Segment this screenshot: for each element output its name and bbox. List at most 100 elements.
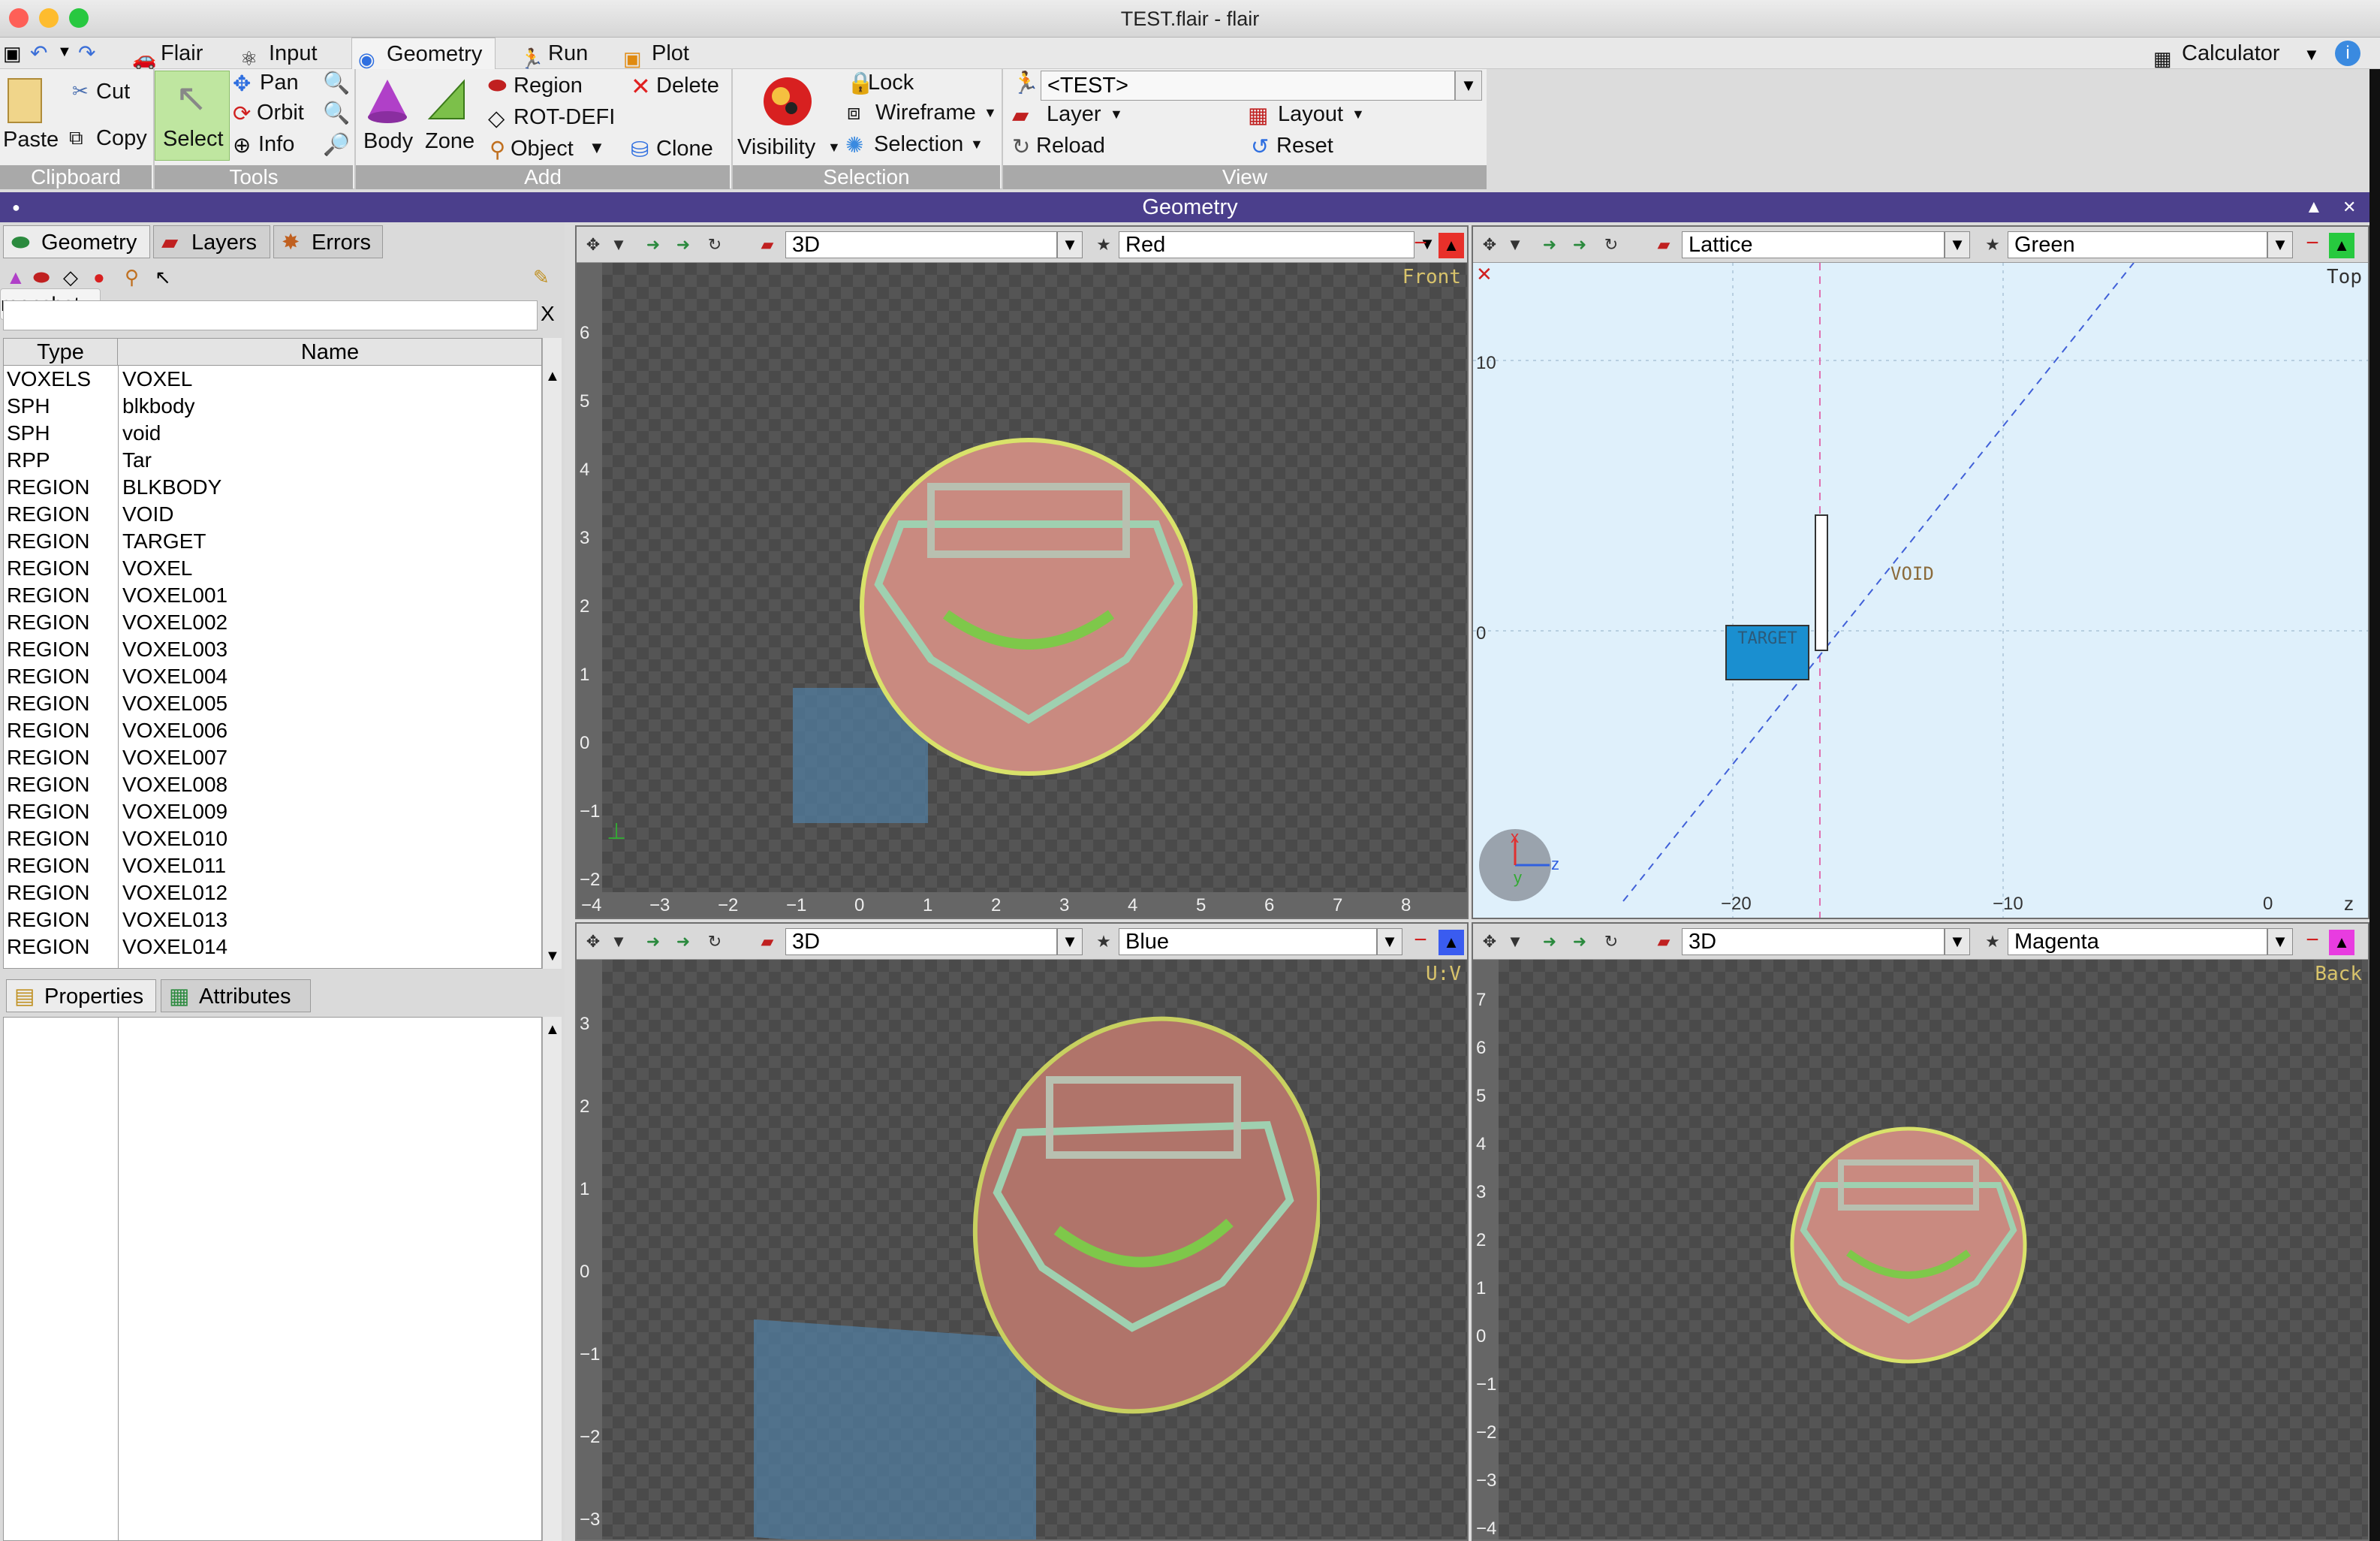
properties-scrollbar[interactable] [542,1017,562,1541]
viewport-menu-icon[interactable]: ▼ [607,930,631,954]
tab-plot[interactable]: ▣ Plot [617,38,707,70]
table-row[interactable]: REGION VOXEL006 [4,717,541,744]
reset-button[interactable]: Reset [1276,134,1333,158]
table-row[interactable]: REGION VOXEL014 [4,933,541,960]
filter-region-icon[interactable]: ⬬ [33,266,50,290]
table-row[interactable]: REGION VOXEL012 [4,879,541,906]
table-row[interactable]: REGION VOXEL004 [4,663,541,690]
viewport-layer-icon[interactable]: ▰ [755,233,779,257]
zone-icon[interactable] [426,78,468,123]
viewport-refresh-icon[interactable]: ↻ [1599,233,1623,257]
viewport-refresh-icon[interactable]: ↻ [703,233,727,257]
tab-attributes[interactable]: ▦ Attributes [161,979,311,1012]
viewport-color-select[interactable]: Red [1119,231,1414,258]
delete-button[interactable]: Delete [656,74,719,98]
viewport-color-select[interactable]: Green [2008,231,2267,258]
tab-geometry[interactable]: ◉ Geometry [351,38,496,71]
selection-dropdown-icon[interactable]: ▼ [970,137,984,152]
object-dropdown-icon[interactable]: ▼ [589,138,605,158]
viewport-star-icon[interactable]: ★ [1092,930,1116,954]
void-region-label[interactable]: VOID [1890,563,1934,584]
viewport-canvas[interactable]: 3 2 1 0 −1 −2 −3 U:V [577,960,1467,1539]
clear-search-button[interactable]: X [541,302,555,326]
viewport-canvas[interactable]: TARGET VOID 10 0 −20 −10 0 z ✕ Top x z y [1473,263,2368,918]
filter-cursor-icon[interactable]: ↖ [155,266,171,289]
column-header-type[interactable]: Type [4,339,118,366]
filter-object-icon[interactable]: ● [93,266,105,289]
header-dot-icon[interactable]: ● [12,192,20,222]
viewport-star-icon[interactable]: ★ [1981,233,2005,257]
viewport-layer-icon[interactable]: ▰ [1652,233,1676,257]
tools-group-label[interactable]: Tools [155,165,353,189]
viewport-menu-icon[interactable]: ▼ [1503,930,1527,954]
viewport-uv[interactable]: ✥ ▼ ➜ ➜ ↻ ▰ 3D ▼ ★ Blue ▼ − ▲ 3 2 1 0 −1 −2 −3… [575,922,1469,1541]
view-group-label[interactable]: View [1003,165,1487,189]
zoom-out-icon[interactable]: 🔍 [323,101,350,126]
table-row[interactable]: REGION VOXEL008 [4,771,541,798]
table-row[interactable]: VOXELS VOXEL [4,366,541,393]
visibility-button[interactable]: Visibility [737,135,815,160]
table-row[interactable]: SPH void [4,420,541,447]
filter-brush-icon[interactable]: ✎ [533,266,550,289]
table-row[interactable]: REGION VOXEL [4,555,541,582]
target-region[interactable]: TARGET [1725,625,1809,680]
tab-properties[interactable]: ▤ Properties [6,979,156,1012]
layout-button[interactable]: Layout [1278,102,1343,127]
table-row[interactable]: RPP Tar [4,447,541,474]
reload-button[interactable]: Reload [1036,134,1105,158]
viewport-front[interactable]: ✥ ▼ ➜ ➜ ↻ ▰ 3D ▼ ★ Red ▼ − ▲ 6 5 4 3 2 1 0 −1 −2… [575,225,1469,919]
viewport-menu-icon[interactable]: ▼ [1503,233,1527,257]
viewport-blue-accent-icon[interactable]: ▲ [1439,930,1464,955]
info-icon[interactable]: i [2335,41,2360,66]
viewport-remove-icon[interactable]: − [2300,929,2324,954]
filter-pin-icon[interactable]: ⚲ [125,266,139,289]
viewport-mode-select[interactable]: 3D [785,231,1057,258]
paste-icon[interactable] [8,78,42,123]
viewport-mode-dropdown-icon[interactable]: ▼ [1057,928,1083,955]
body-button[interactable]: Body [363,129,413,154]
tab-flair[interactable]: 🚗 Flair [126,38,227,70]
clone-button[interactable]: Clone [656,137,713,161]
viewport-refresh-icon[interactable]: ↻ [1599,930,1623,954]
scroll-up-icon[interactable]: ▲ [545,368,560,385]
table-row[interactable]: REGION VOXEL007 [4,744,541,771]
viewport-color-select[interactable]: Magenta [2008,928,2267,955]
viewport-green-accent-icon[interactable]: ▲ [2329,233,2354,258]
table-scrollbar[interactable] [542,338,562,969]
table-row[interactable]: REGION VOID [4,501,541,528]
table-row[interactable]: REGION VOXEL003 [4,636,541,663]
wireframe-dropdown-icon[interactable]: ▼ [984,105,997,121]
viewport-remove-icon[interactable]: − [2300,232,2324,257]
viewport-forward-icon[interactable]: ➜ [1568,930,1592,954]
cut-button[interactable]: Cut [96,80,130,104]
layer-button[interactable]: Layer [1047,102,1101,127]
viewport-star-icon[interactable]: ★ [1981,930,2005,954]
layout-dropdown-icon[interactable]: ▼ [1351,107,1365,122]
selection-button[interactable]: Selection [874,132,963,157]
redo-icon[interactable]: ↷ [78,41,95,65]
props-scroll-up-icon[interactable]: ▲ [545,1021,560,1039]
wireframe-button[interactable]: Wireframe [875,101,976,125]
table-row[interactable]: REGION TARGET [4,528,541,555]
calculator-dropdown-icon[interactable]: ▼ [2303,45,2320,65]
viewport-forward-icon[interactable]: ➜ [1568,233,1592,257]
viewport-color-dropdown-icon[interactable]: ▼ [1377,928,1402,955]
viewport-pan-icon[interactable]: ✥ [581,233,605,257]
viewport-mode-select[interactable]: Lattice [1682,231,1945,258]
tab-errors[interactable]: ✸ Errors [273,225,383,258]
viewport-magenta-accent-icon[interactable]: ▲ [2329,930,2354,955]
voxel-sphere[interactable] [1788,1125,2029,1365]
viewport-back-icon[interactable]: ➜ [641,930,665,954]
scroll-down-icon[interactable]: ▼ [545,948,560,965]
table-row[interactable]: REGION VOXEL010 [4,825,541,852]
viewport-refresh-icon[interactable]: ↻ [703,930,727,954]
viewport-layer-icon[interactable]: ▰ [1652,930,1676,954]
copy-button[interactable]: Copy [96,126,147,151]
viewport-forward-icon[interactable]: ➜ [671,233,695,257]
viewport-pan-icon[interactable]: ✥ [1478,930,1502,954]
object-button[interactable]: Object [511,137,574,161]
calculator-button[interactable]: ▦ Calculator [2147,38,2327,70]
viewport-mode-select[interactable]: 3D [1682,928,1945,955]
viewport-back-icon[interactable]: ➜ [1538,233,1562,257]
viewport-canvas[interactable]: 7 6 5 4 3 2 1 0 −1 −2 −3 −4 Back [1473,960,2368,1539]
